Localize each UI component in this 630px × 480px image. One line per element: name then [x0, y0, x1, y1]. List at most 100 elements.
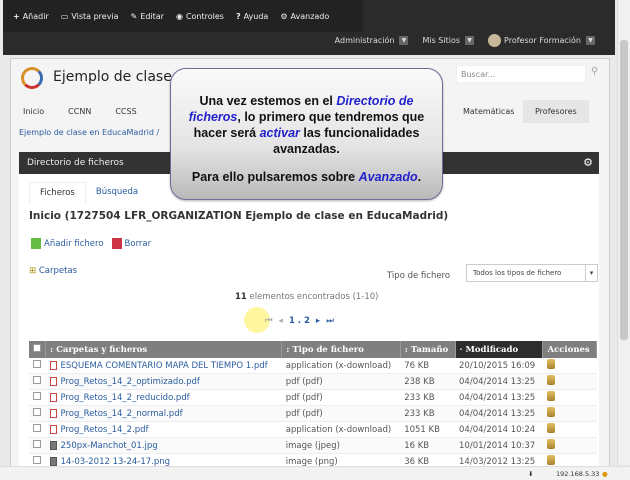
file-name[interactable]: Prog_Retos_14_2_optimizado.pdf — [45, 373, 282, 390]
nav-ccss[interactable]: CCSS — [103, 107, 148, 116]
monitor-icon: ▭ — [60, 11, 69, 21]
table-row[interactable]: Prog_Retos_14_2_normal.pdf pdf (pdf) 233… — [29, 405, 597, 422]
actions-icon[interactable] — [546, 407, 555, 417]
tab-ficheros[interactable]: Ficheros — [29, 182, 86, 203]
col-type[interactable]: : Tipo de fichero — [281, 341, 401, 358]
preview-button[interactable]: ▭ Vista previa — [61, 12, 119, 21]
delete-icon — [111, 238, 122, 249]
file-modified: 04/04/2014 13:25 — [455, 389, 543, 406]
nav-inicio[interactable]: Inicio — [11, 107, 56, 116]
add-button[interactable]: + Añadir — [13, 12, 49, 21]
col-name[interactable]: : Carpetas y ficheros — [45, 341, 283, 358]
prev-page-icon[interactable]: ◂ — [279, 316, 283, 326]
actions-icon[interactable] — [546, 455, 555, 465]
file-type: application (x-download) — [281, 421, 401, 438]
toolbar: + Añadir ▭ Vista previa ✎ Editar ◉ Controles… — [3, 0, 363, 32]
file-type: application (x-download) — [281, 358, 401, 374]
file-name[interactable]: Prog_Retos_14_2_normal.pdf — [45, 405, 282, 422]
add-file-button[interactable]: Añadir fichero — [31, 238, 104, 249]
help-button[interactable]: ? Ayuda — [236, 12, 268, 21]
file-type-select[interactable]: Todos los tipos de fichero ▾ — [466, 264, 598, 282]
select-all-checkbox[interactable] — [33, 344, 41, 352]
actions-icon[interactable] — [546, 375, 555, 385]
file-type: pdf (pdf) — [281, 405, 401, 422]
table-row[interactable]: 250px-Manchot_01.jpg image (jpeg) 16 KB … — [29, 437, 597, 454]
scrollbar[interactable] — [617, 0, 630, 465]
site-logo — [21, 67, 43, 89]
image-file-icon — [49, 440, 57, 450]
row-checkbox[interactable] — [33, 440, 41, 448]
edit-button[interactable]: ✎ Editar — [131, 12, 164, 21]
page-numbers[interactable]: 1 . 2 — [289, 316, 310, 326]
row-checkbox[interactable] — [33, 392, 41, 400]
file-size: 233 KB — [400, 389, 456, 406]
my-sites-menu[interactable]: Mis Sitios ▼ — [422, 36, 475, 45]
search-icon[interactable]: ⚲ — [591, 66, 598, 77]
user-menu[interactable]: Profesor Formación ▼ — [488, 34, 595, 47]
results-count: 11 elementos encontrados (1-10) — [235, 292, 379, 302]
file-modified: 10/01/2014 10:37 — [455, 437, 543, 454]
file-modified: 04/04/2014 10:24 — [455, 421, 543, 438]
nav-ccnn[interactable]: CCNN — [56, 107, 103, 116]
next-page-icon[interactable]: ▸ — [316, 316, 320, 326]
folder-heading: Inicio (1727504 LFR_ORGANIZATION Ejemplo… — [29, 210, 449, 222]
edit-icon: ✎ — [130, 11, 138, 21]
avatar — [488, 34, 502, 47]
chevron-down-icon: ▼ — [465, 36, 475, 45]
file-modified: 04/04/2014 13:25 — [455, 373, 543, 390]
row-checkbox[interactable] — [33, 360, 41, 368]
pdf-file-icon — [49, 376, 57, 386]
row-checkbox[interactable] — [33, 456, 41, 464]
first-page-icon[interactable]: ⏮ — [265, 316, 273, 326]
pagination: ⏮ ◂ 1 . 2 ▸ ⏭ — [265, 316, 334, 326]
files-table: : Carpetas y ficheros : Tipo de fichero … — [29, 341, 597, 470]
file-name[interactable]: 250px-Manchot_01.jpg — [45, 437, 282, 454]
file-name[interactable]: Prog_Retos_14_2.pdf — [45, 421, 282, 438]
controls-button[interactable]: ◉ Controles — [176, 12, 224, 21]
advanced-button[interactable]: ⚙ Avanzado — [280, 12, 329, 21]
image-file-icon — [49, 456, 57, 466]
file-modified: 20/10/2015 16:09 — [455, 358, 543, 374]
row-checkbox[interactable] — [33, 376, 41, 384]
table-row[interactable]: Prog_Retos_14_2.pdf application (x-downl… — [29, 421, 597, 438]
last-page-icon[interactable]: ⏭ — [326, 316, 334, 326]
folders-toggle[interactable]: ⊞ Carpetas — [29, 266, 77, 276]
chevron-down-icon: ▼ — [399, 36, 409, 45]
file-size: 233 KB — [400, 405, 456, 422]
table-row[interactable]: Prog_Retos_14_2_optimizado.pdf pdf (pdf)… — [29, 373, 597, 390]
pdf-file-icon — [49, 392, 57, 402]
gear-icon: ⚙ — [280, 11, 288, 21]
scrollbar-thumb[interactable] — [620, 40, 628, 340]
col-modified[interactable]: · Modificado — [455, 341, 544, 358]
nav-matematicas[interactable]: Matemáticas — [451, 107, 526, 116]
delete-button[interactable]: Borrar — [111, 238, 151, 249]
chevron-down-icon: ▾ — [585, 265, 597, 281]
row-checkbox[interactable] — [33, 408, 41, 416]
file-name[interactable]: ESQUEMA COMENTARIO MAPA DEL TIEMPO 1.pdf — [45, 358, 282, 374]
search-input[interactable]: Buscar... — [456, 65, 586, 83]
eye-icon: ◉ — [175, 11, 183, 21]
col-size[interactable]: : Tamaño — [400, 341, 456, 358]
table-row[interactable]: Prog_Retos_14_2_reducido.pdf pdf (pdf) 2… — [29, 389, 597, 406]
actions-icon[interactable] — [546, 391, 555, 401]
tab-busqueda[interactable]: Búsqueda — [86, 182, 148, 203]
row-checkbox[interactable] — [33, 424, 41, 432]
admin-menu[interactable]: Administración ▼ — [335, 36, 409, 45]
actions-icon[interactable] — [546, 359, 555, 369]
table-row[interactable]: ESQUEMA COMENTARIO MAPA DEL TIEMPO 1.pdf… — [29, 358, 597, 374]
gear-icon[interactable]: ⚙ — [583, 156, 593, 169]
file-modified: 04/04/2014 13:25 — [455, 405, 543, 422]
pdf-file-icon — [49, 424, 57, 434]
file-size: 238 KB — [400, 373, 456, 390]
file-size: 1051 KB — [400, 421, 456, 438]
file-type: pdf (pdf) — [281, 373, 401, 390]
breadcrumb[interactable]: Ejemplo de clase en EducaMadrid / — [19, 128, 159, 137]
file-type: image (jpeg) — [281, 437, 401, 454]
chevron-down-icon: ▼ — [586, 36, 595, 45]
actions-icon[interactable] — [546, 439, 555, 449]
file-size: 16 KB — [400, 437, 456, 454]
actions-icon[interactable] — [546, 423, 555, 433]
file-name[interactable]: Prog_Retos_14_2_reducido.pdf — [45, 389, 282, 406]
pdf-file-icon — [49, 360, 57, 370]
nav-profesores[interactable]: Profesores — [523, 99, 589, 123]
